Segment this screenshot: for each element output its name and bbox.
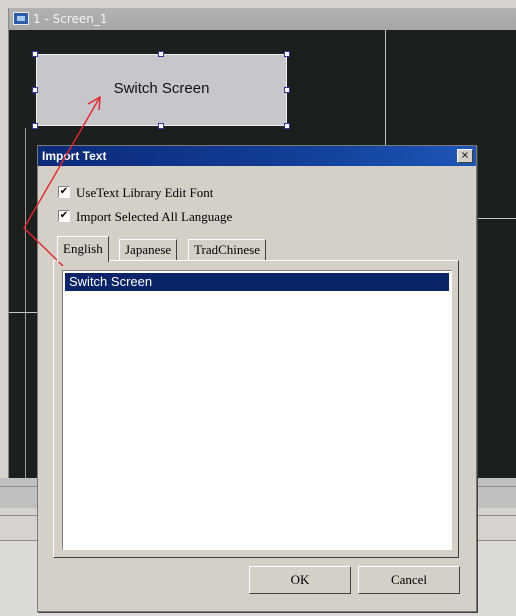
canvas-guide-horizontal (9, 312, 39, 313)
ok-button[interactable]: OK (249, 566, 351, 594)
tab-tradchinese[interactable]: TradChinese (188, 239, 266, 261)
selection-handle[interactable] (32, 123, 38, 129)
dialog-title: Import Text (42, 149, 107, 163)
tab-panel-english: Switch Screen (53, 260, 459, 558)
option-label: Import Selected All Language (76, 209, 233, 224)
list-item[interactable]: Switch Screen (65, 273, 449, 291)
checkbox-use-text-library-font[interactable]: ✔ (58, 186, 70, 198)
tab-japanese[interactable]: Japanese (119, 239, 178, 261)
selection-handle[interactable] (284, 87, 290, 93)
text-listbox[interactable]: Switch Screen (62, 270, 452, 550)
selection-handle[interactable] (158, 123, 164, 129)
cancel-button[interactable]: Cancel (358, 566, 460, 594)
selection-handle[interactable] (284, 51, 290, 57)
tab-english[interactable]: English (57, 236, 109, 262)
dialog-titlebar[interactable]: Import Text × (38, 146, 476, 166)
canvas-guide-vertical-2 (25, 128, 26, 478)
option-label: UseText Library Edit Font (76, 185, 214, 200)
import-text-dialog: Import Text × ✔ UseText Library Edit Fon… (37, 145, 477, 612)
selection-handle[interactable] (32, 51, 38, 57)
screen-editor-titlebar[interactable]: 1 - Screen_1 (9, 8, 516, 30)
selection-handle[interactable] (284, 123, 290, 129)
selection-handle[interactable] (32, 87, 38, 93)
screen-window-title: 1 - Screen_1 (33, 12, 108, 26)
selection-handle[interactable] (158, 51, 164, 57)
switch-screen-object[interactable]: Switch Screen (36, 54, 287, 126)
checkbox-import-all-languages[interactable]: ✔ (58, 210, 70, 222)
screen-window-icon (13, 12, 29, 25)
close-button[interactable]: × (457, 149, 473, 163)
